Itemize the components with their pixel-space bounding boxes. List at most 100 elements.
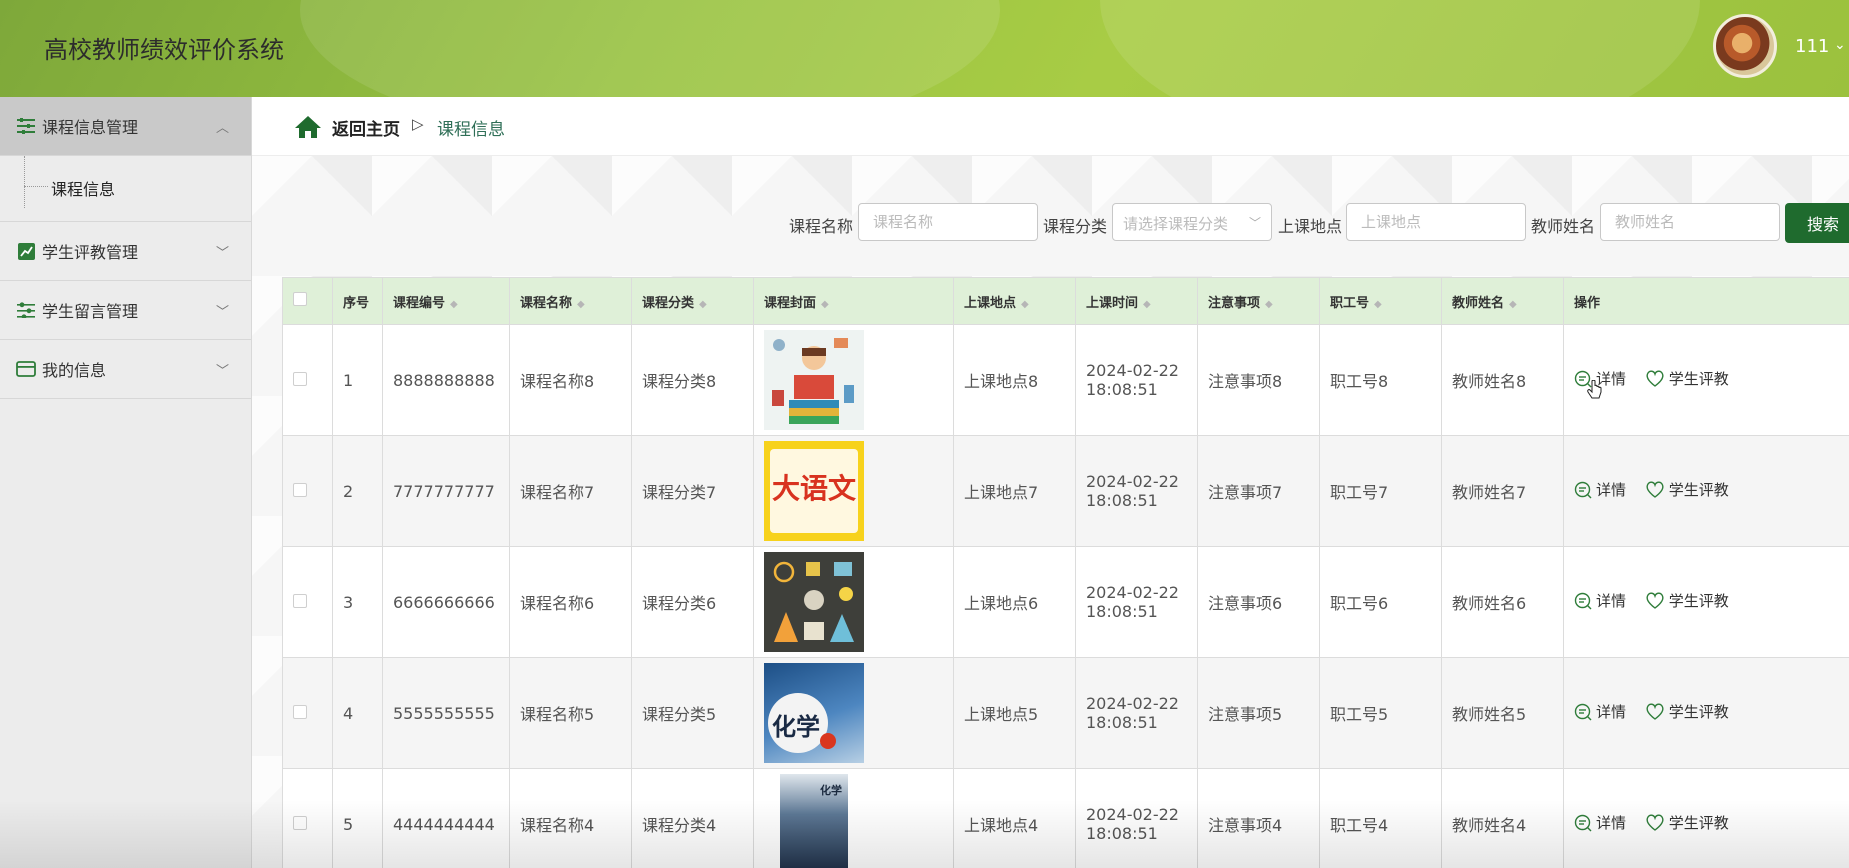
chevron-down-icon: ﹀ bbox=[215, 245, 229, 261]
row-actions: 详情 学生评教 bbox=[1563, 768, 1849, 868]
row-checkbox[interactable] bbox=[282, 546, 333, 658]
course-category: 课程分类4 bbox=[631, 768, 754, 868]
course-cover-image[interactable]: 大语文 bbox=[764, 441, 864, 541]
home-icon[interactable] bbox=[294, 115, 322, 143]
evaluate-button[interactable]: 学生评教 bbox=[1645, 812, 1729, 833]
course-name-label: 课程名称 bbox=[789, 217, 854, 236]
evaluate-button[interactable]: 学生评教 bbox=[1645, 701, 1729, 722]
tree-line bbox=[24, 186, 48, 187]
detail-icon bbox=[1574, 703, 1592, 721]
sidebar-item-course-management[interactable]: 课程信息管理 ︿ bbox=[0, 97, 251, 156]
select-placeholder: 请选择课程分类 bbox=[1123, 215, 1229, 233]
course-time: 2024-02-22 18:08:51 bbox=[1075, 657, 1198, 769]
staff-number: 职工号7 bbox=[1319, 435, 1442, 547]
row-checkbox[interactable] bbox=[282, 324, 333, 436]
user-avatar[interactable] bbox=[1713, 14, 1777, 78]
course-time: 2024-02-22 18:08:51 bbox=[1075, 435, 1198, 547]
breadcrumb-separator: ▷ bbox=[412, 115, 424, 133]
teacher-name-label: 教师姓名 bbox=[1531, 217, 1596, 236]
course-notes: 注意事项8 bbox=[1197, 324, 1320, 436]
course-category: 课程分类5 bbox=[631, 657, 754, 769]
course-cover-image[interactable]: 化学 bbox=[780, 774, 848, 868]
search-button[interactable]: 搜索 bbox=[1785, 203, 1849, 243]
row-checkbox[interactable] bbox=[282, 657, 333, 769]
column-header[interactable]: 职工号 ◆ bbox=[1319, 277, 1442, 325]
row-actions: 详情 学生评教 bbox=[1563, 435, 1849, 547]
course-category: 课程分类8 bbox=[631, 324, 754, 436]
search-form: 课程名称 课程分类 请选择课程分类 ﹀ 上课地点 教师姓名 搜索 bbox=[0, 203, 1849, 243]
course-notes: 注意事项5 bbox=[1197, 657, 1320, 769]
course-cover-cell: 化学 bbox=[753, 768, 954, 868]
row-checkbox[interactable] bbox=[282, 768, 333, 868]
teacher-name-input[interactable] bbox=[1600, 203, 1780, 241]
course-cover-cell bbox=[753, 546, 954, 658]
chevron-down-icon: ﹀ bbox=[1248, 216, 1261, 230]
sidebar-item-my-info[interactable]: 我的信息 ﹀ bbox=[0, 340, 251, 399]
detail-button[interactable]: 详情 bbox=[1574, 479, 1626, 500]
course-category-label: 课程分类 bbox=[1043, 217, 1108, 236]
sort-icon: ◆ bbox=[821, 298, 829, 310]
column-header: 序号 bbox=[332, 277, 383, 325]
detail-button[interactable]: 详情 bbox=[1574, 701, 1626, 722]
column-header[interactable]: 上课时间 ◆ bbox=[1075, 277, 1198, 325]
sort-icon: ◆ bbox=[450, 298, 458, 310]
breadcrumb-home-link[interactable]: 返回主页 bbox=[332, 115, 400, 140]
evaluate-button[interactable]: 学生评教 bbox=[1645, 368, 1729, 389]
table-header-row: 序号 课程编号 ◆ 课程名称 ◆ 课程分类 ◆ 课程封面 ◆ 上课地点 ◆ 上课时间 ◆ 注… bbox=[282, 277, 1849, 325]
course-category-select[interactable]: 请选择课程分类 ﹀ bbox=[1112, 203, 1272, 241]
select-all-checkbox[interactable] bbox=[282, 277, 333, 325]
chart-icon bbox=[16, 241, 36, 261]
course-time: 2024-02-22 18:08:51 bbox=[1075, 546, 1198, 658]
staff-number: 职工号5 bbox=[1319, 657, 1442, 769]
course-time: 2024-02-22 18:08:51 bbox=[1075, 324, 1198, 436]
course-name: 课程名称7 bbox=[509, 435, 632, 547]
course-name: 课程名称6 bbox=[509, 546, 632, 658]
teacher-name: 教师姓名8 bbox=[1441, 324, 1564, 436]
course-name: 课程名称8 bbox=[509, 324, 632, 436]
staff-number: 职工号4 bbox=[1319, 768, 1442, 868]
evaluate-button[interactable]: 学生评教 bbox=[1645, 590, 1729, 611]
row-index: 4 bbox=[332, 657, 383, 769]
course-notes: 注意事项4 bbox=[1197, 768, 1320, 868]
user-name[interactable]: 111 bbox=[1795, 36, 1829, 57]
column-header[interactable]: 课程编号 ◆ bbox=[382, 277, 510, 325]
row-checkbox[interactable] bbox=[282, 435, 333, 547]
course-name-input[interactable] bbox=[858, 203, 1038, 241]
column-header[interactable]: 课程名称 ◆ bbox=[509, 277, 632, 325]
course-cover-image[interactable] bbox=[764, 552, 864, 652]
course-location: 上课地点4 bbox=[953, 768, 1076, 868]
evaluate-button[interactable]: 学生评教 bbox=[1645, 479, 1729, 500]
breadcrumb-current: 课程信息 bbox=[437, 120, 505, 140]
course-location: 上课地点5 bbox=[953, 657, 1076, 769]
detail-icon bbox=[1574, 592, 1592, 610]
column-header[interactable]: 课程分类 ◆ bbox=[631, 277, 754, 325]
location-input[interactable] bbox=[1346, 203, 1526, 241]
row-index: 5 bbox=[332, 768, 383, 868]
staff-number: 职工号8 bbox=[1319, 324, 1442, 436]
course-cover-cell: 大语文 bbox=[753, 435, 954, 547]
course-code: 4444444444 bbox=[382, 768, 510, 868]
breadcrumb: 返回主页 ▷ 课程信息 bbox=[252, 97, 1849, 156]
row-actions: 详情 学生评教 bbox=[1563, 546, 1849, 658]
detail-button[interactable]: 详情 bbox=[1574, 590, 1626, 611]
course-cover-image[interactable]: 化学 bbox=[764, 663, 864, 763]
chevron-down-icon[interactable]: ⌄ bbox=[1834, 37, 1846, 53]
sliders-icon bbox=[16, 300, 36, 320]
staff-number: 职工号6 bbox=[1319, 546, 1442, 658]
sort-icon: ◆ bbox=[699, 298, 707, 310]
tree-line bbox=[24, 156, 26, 208]
sidebar-item-student-messages[interactable]: 学生留言管理 ﹀ bbox=[0, 281, 251, 340]
column-header[interactable]: 课程封面 ◆ bbox=[753, 277, 954, 325]
teacher-name: 教师姓名4 bbox=[1441, 768, 1564, 868]
sort-icon: ◆ bbox=[1265, 298, 1273, 310]
course-category: 课程分类7 bbox=[631, 435, 754, 547]
column-header[interactable]: 教师姓名 ◆ bbox=[1441, 277, 1564, 325]
course-table: 序号 课程编号 ◆ 课程名称 ◆ 课程分类 ◆ 课程封面 ◆ 上课地点 ◆ 上课时间 ◆ 注… bbox=[282, 277, 1849, 868]
course-location: 上课地点7 bbox=[953, 435, 1076, 547]
column-header[interactable]: 注意事项 ◆ bbox=[1197, 277, 1320, 325]
detail-button[interactable]: 详情 bbox=[1574, 812, 1626, 833]
course-location: 上课地点8 bbox=[953, 324, 1076, 436]
header-decoration bbox=[1100, 0, 1700, 97]
column-header[interactable]: 上课地点 ◆ bbox=[953, 277, 1076, 325]
course-cover-image[interactable] bbox=[764, 330, 864, 430]
